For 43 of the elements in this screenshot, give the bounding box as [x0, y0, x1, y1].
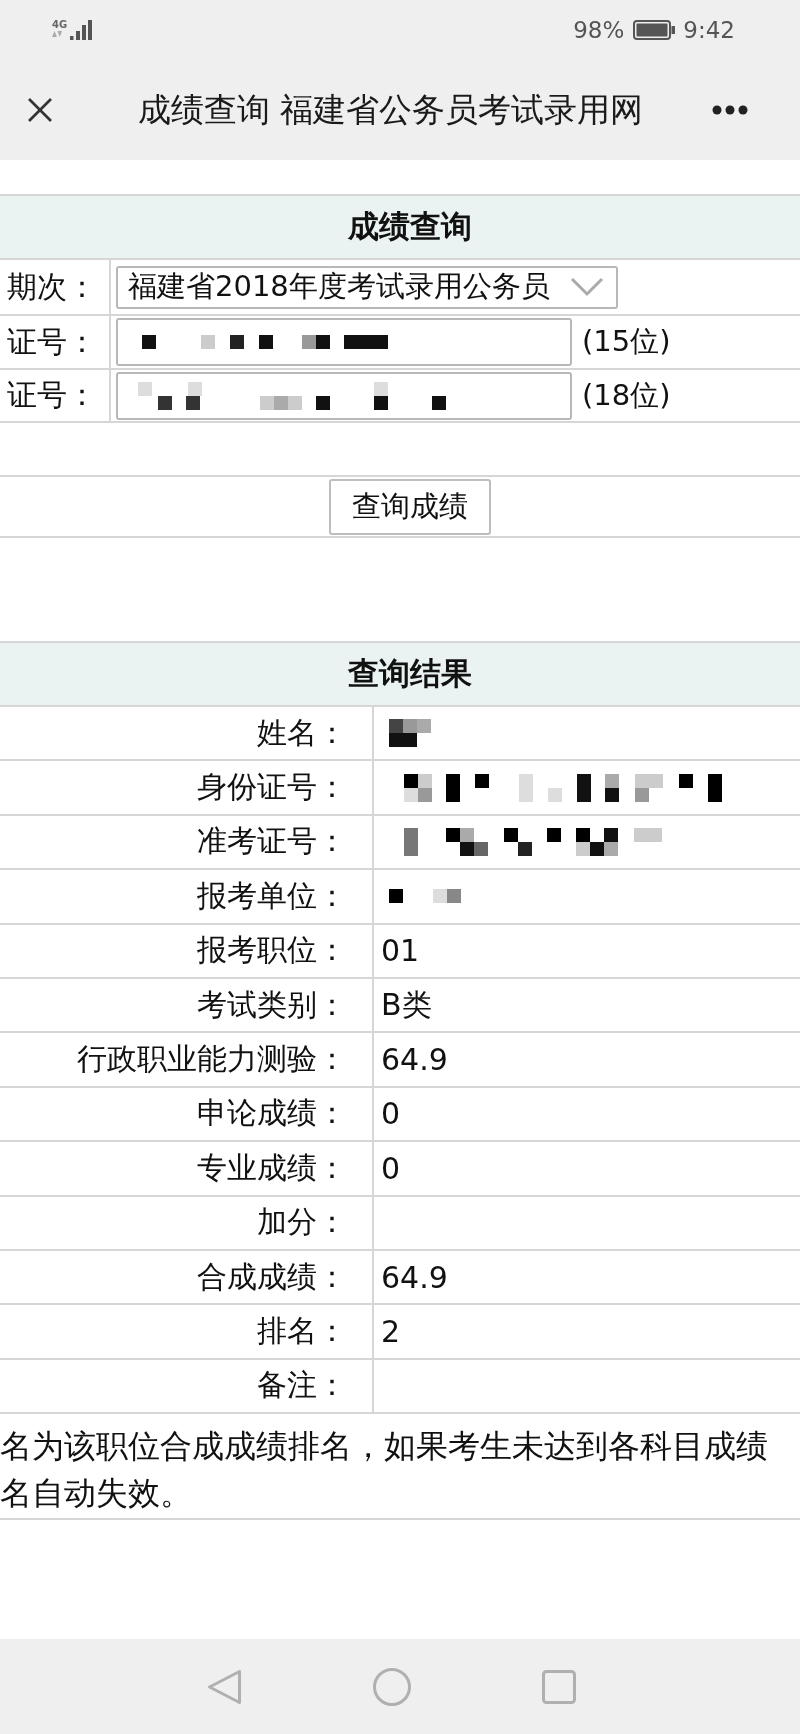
field-label: 证号： — [7, 376, 97, 414]
result-label: 合成成绩： — [197, 1257, 347, 1296]
result-label: 考试类别： — [197, 985, 347, 1024]
section-title: 查询结果 — [348, 654, 472, 693]
result-value: 0 — [381, 1150, 401, 1186]
result-value: 64.9 — [381, 1042, 448, 1078]
result-value: 01 — [381, 933, 420, 969]
digit-count-hint: (18位) — [582, 376, 671, 414]
battery-icon — [633, 20, 676, 40]
result-label: 申论成绩： — [197, 1094, 347, 1133]
result-label: 行政职业能力测验： — [77, 1040, 347, 1079]
chevron-down-icon — [570, 277, 604, 297]
result-label: 姓名： — [257, 713, 347, 752]
result-value: 64.9 — [381, 1259, 448, 1295]
text-input-field[interactable] — [116, 371, 572, 420]
result-label: 身份证号： — [197, 768, 347, 807]
result-value: 2 — [381, 1314, 401, 1349]
result-label: 准考证号： — [197, 822, 347, 861]
result-label: 加分： — [257, 1203, 347, 1242]
battery-percent: 98% — [573, 17, 625, 43]
clock-time: 9:42 — [683, 17, 735, 43]
result-value: B类 — [381, 985, 432, 1024]
section-title: 成绩查询 — [348, 207, 472, 246]
close-icon[interactable] — [27, 97, 53, 123]
field-label: 期次： — [7, 267, 97, 306]
text-input-field[interactable] — [116, 318, 572, 366]
note-text: 名自动失效。 — [0, 1473, 192, 1515]
result-label: 报考职位： — [197, 931, 347, 970]
result-label: 专业成绩： — [197, 1148, 347, 1187]
result-label: 备注： — [257, 1366, 347, 1405]
network-type-label: 4G — [52, 19, 68, 29]
result-value: 0 — [381, 1096, 401, 1132]
more-icon[interactable] — [712, 105, 748, 115]
digit-count-hint: (15位) — [582, 323, 671, 360]
result-label: 排名： — [257, 1312, 347, 1350]
data-arrows-icon — [52, 30, 62, 37]
note-text: 名为该职位合成成绩排名，如果考生未达到各科目成绩 — [0, 1426, 768, 1468]
field-label: 证号： — [7, 322, 97, 361]
page-title: 成绩查询 福建省公务员考试录用网 — [138, 88, 644, 131]
result-label: 报考单位： — [197, 876, 347, 915]
exam-session-select[interactable]: 福建省2018年度考试录用公务员 — [116, 265, 618, 309]
signal-icon — [70, 20, 95, 40]
query-button[interactable]: 查询成绩 — [329, 478, 491, 535]
